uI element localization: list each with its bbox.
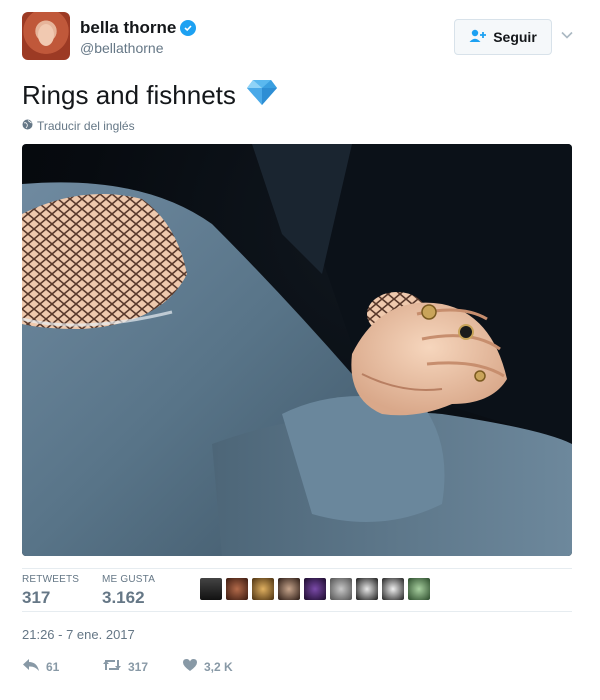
like-count: 3,2 K — [204, 659, 233, 674]
follow-button[interactable]: Seguir — [454, 19, 552, 55]
liker-avatar[interactable] — [330, 578, 352, 600]
liker-avatar[interactable] — [252, 578, 274, 600]
retweet-count: 317 — [128, 659, 149, 674]
follow-button-label: Seguir — [493, 29, 537, 45]
retweets-stat[interactable]: RETWEETS 317 — [22, 574, 79, 608]
tweet-header: bella thorne @bellathorne Seguir — [22, 12, 578, 62]
tweet-text-content: Rings and fishnets — [22, 80, 236, 110]
chevron-down-icon[interactable] — [560, 28, 574, 42]
retweets-label: RETWEETS — [22, 574, 80, 585]
display-name[interactable]: bella thorne — [80, 18, 176, 38]
tweet-text: Rings and fishnets — [22, 78, 278, 113]
liker-avatar[interactable] — [408, 578, 430, 600]
translate-link[interactable]: Traducir del inglés — [22, 119, 135, 133]
display-name-row[interactable]: bella thorne — [80, 18, 197, 38]
tweet-actions: 61 317 3,2 K — [22, 658, 572, 678]
liker-avatar[interactable] — [200, 578, 222, 600]
reply-icon — [22, 658, 40, 675]
heart-icon — [182, 658, 198, 675]
tweet-stats: RETWEETS 317 ME GUSTA 3.162 — [22, 568, 572, 612]
user-handle[interactable]: @bellathorne — [80, 40, 196, 56]
likes-stat[interactable]: ME GUSTA 3.162 — [102, 574, 155, 608]
like-button[interactable]: 3,2 K — [182, 658, 233, 675]
retweets-count: 317 — [22, 588, 51, 607]
translate-label: Traducir del inglés — [37, 119, 135, 133]
liker-avatar[interactable] — [278, 578, 300, 600]
add-user-icon — [469, 29, 487, 46]
tweet-photo[interactable] — [22, 144, 572, 556]
liker-avatars — [200, 578, 430, 600]
gem-icon — [246, 78, 278, 113]
retweet-icon — [102, 658, 122, 675]
liker-avatar[interactable] — [304, 578, 326, 600]
globe-icon — [22, 119, 33, 133]
verified-icon — [180, 20, 197, 36]
liker-avatar[interactable] — [226, 578, 248, 600]
likes-count: 3.162 — [102, 588, 145, 607]
likes-label: ME GUSTA — [102, 574, 156, 585]
user-names: bella thorne @bellathorne — [80, 18, 197, 56]
retweet-button[interactable]: 317 — [102, 658, 148, 675]
reply-count: 61 — [46, 659, 60, 674]
liker-avatar[interactable] — [356, 578, 378, 600]
avatar[interactable] — [22, 12, 70, 60]
liker-avatar[interactable] — [382, 578, 404, 600]
reply-button[interactable]: 61 — [22, 658, 59, 675]
tweet-timestamp[interactable]: 21:26 - 7 ene. 2017 — [22, 627, 135, 642]
